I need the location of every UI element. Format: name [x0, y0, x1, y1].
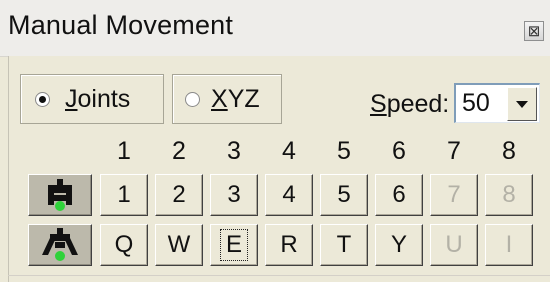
button-label: Y	[390, 231, 407, 258]
radio-xyz-label: XYZ	[211, 85, 260, 113]
button-label: U	[445, 231, 463, 258]
chevron-down-icon	[516, 100, 528, 108]
speed-dropdown-button[interactable]	[507, 87, 537, 121]
joint-button-1[interactable]: 1	[100, 174, 148, 216]
button-label: W	[167, 231, 191, 258]
radio-xyz[interactable]: XYZ	[172, 74, 282, 124]
button-label: 3	[227, 181, 241, 208]
radio-joints[interactable]: Joints	[20, 74, 164, 124]
button-label: 6	[392, 181, 406, 208]
joint-button-2[interactable]: 2	[155, 174, 203, 216]
joint-button-u: U	[430, 224, 478, 266]
column-number: 7	[447, 137, 461, 165]
window-title: Manual Movement	[8, 10, 234, 40]
button-label: Q	[114, 231, 134, 258]
button-label: 4	[282, 181, 296, 208]
button-label: E	[219, 229, 249, 261]
speed-select[interactable]: 50	[454, 83, 540, 123]
column-number: 5	[337, 137, 351, 165]
joint-button-3[interactable]: 3	[210, 174, 258, 216]
joint-button-4[interactable]: 4	[265, 174, 313, 216]
joint-button-q[interactable]: Q	[100, 224, 148, 266]
button-label: 7	[447, 181, 461, 208]
close-icon: ⊠	[527, 22, 541, 40]
joint-button-8: 8	[485, 174, 533, 216]
joint-button-i: I	[485, 224, 533, 266]
column-number: 1	[117, 137, 131, 165]
radio-xyz-circle[interactable]	[185, 92, 200, 107]
joint-button-w[interactable]: W	[155, 224, 203, 266]
manual-movement-window: Manual Movement ⊠ Joints XYZ Speed: 50 1…	[0, 0, 550, 282]
accelerator-letter: J	[65, 85, 78, 113]
column-number: 4	[282, 137, 296, 165]
accelerator-letter: X	[211, 85, 228, 113]
joint-button-e[interactable]: E	[210, 224, 258, 266]
title-bar[interactable]: Manual Movement ⊠	[0, 0, 550, 57]
radio-joints-circle[interactable]	[35, 92, 50, 107]
joint-button-t[interactable]: T	[320, 224, 368, 266]
button-label: 8	[502, 181, 516, 208]
button-label: R	[280, 231, 298, 258]
joint-button-5[interactable]: 5	[320, 174, 368, 216]
speed-value: 50	[462, 89, 490, 117]
column-number: 3	[227, 137, 241, 165]
button-label: 1	[117, 181, 131, 208]
joint-button-6[interactable]: 6	[375, 174, 423, 216]
accelerator-letter: S	[370, 90, 387, 118]
divider	[8, 275, 550, 276]
joint-button-7: 7	[430, 174, 478, 216]
column-number: 6	[392, 137, 406, 165]
robot-gripper-closed-icon	[48, 179, 72, 211]
gripper-open-button[interactable]	[28, 224, 92, 266]
robot-gripper-open-icon	[42, 228, 78, 261]
gripper-close-button[interactable]	[28, 174, 92, 216]
radio-selected-dot-icon	[39, 96, 46, 103]
column-number: 2	[172, 137, 186, 165]
button-label: T	[336, 231, 352, 258]
speed-label: Speed:	[370, 90, 450, 118]
button-label: 2	[172, 181, 186, 208]
joint-button-r[interactable]: R	[265, 224, 313, 266]
joint-button-y[interactable]: Y	[375, 224, 423, 266]
button-label: 5	[337, 181, 351, 208]
radio-joints-label: Joints	[65, 85, 131, 113]
column-number: 8	[502, 137, 516, 165]
button-label: I	[505, 231, 513, 258]
close-button[interactable]: ⊠	[524, 21, 544, 41]
